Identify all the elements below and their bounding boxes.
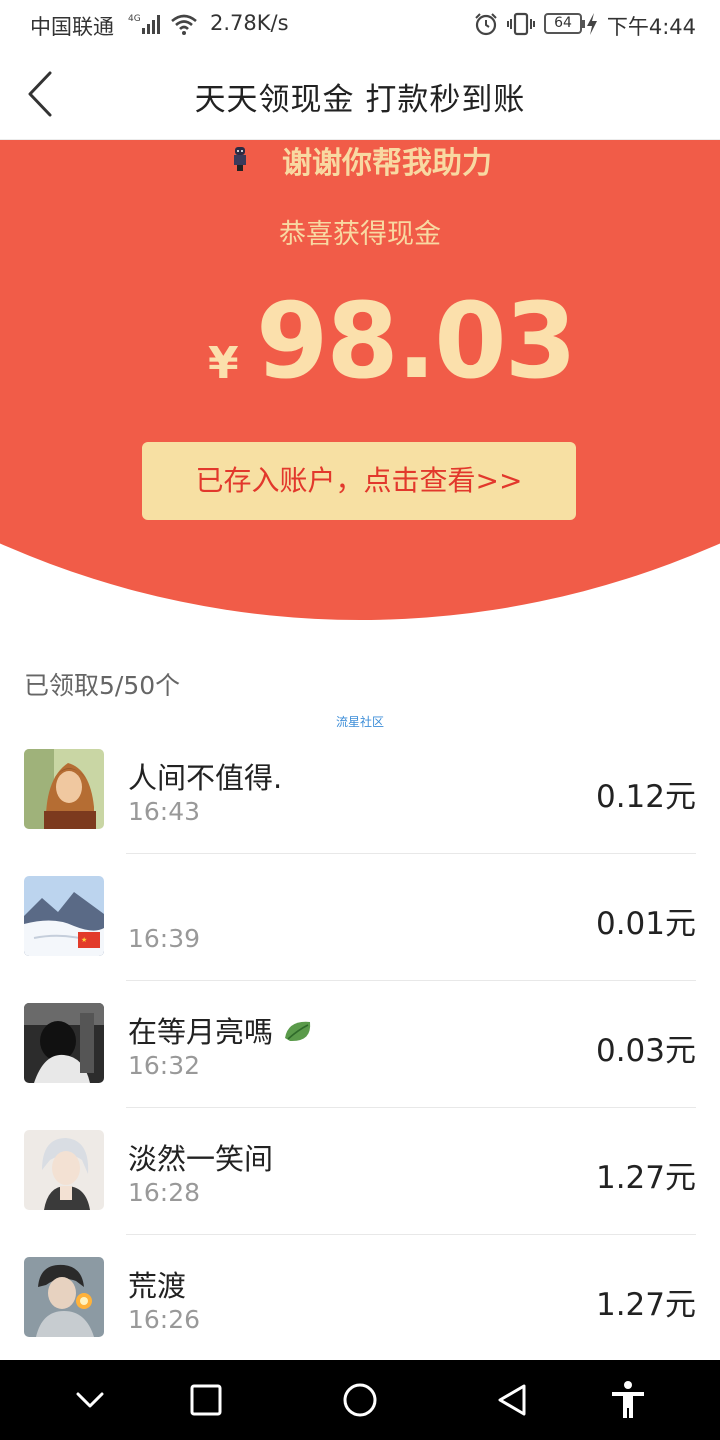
svg-text:★: ★ — [81, 936, 87, 944]
record-name: 淡然一笑间 — [128, 1142, 274, 1176]
thanks-text: 谢谢你帮我助力 — [282, 146, 492, 181]
record-time: 16:39 — [128, 924, 201, 953]
record-amount: 1.27元 — [595, 1160, 696, 1196]
list-item[interactable]: 在等月亮嗎 16:32 0.03元 — [0, 981, 720, 1108]
list-item[interactable]: 人间不值得. 16:43 0.12元 — [0, 727, 720, 854]
recent-apps-icon[interactable] — [184, 1378, 228, 1422]
view-account-button[interactable]: 已存入账户，点击查看>> — [142, 442, 576, 520]
status-bar: 中国联通 4G 2.78K/s 64 下午4:44 — [0, 0, 720, 50]
record-name: 在等月亮嗎 — [128, 1009, 316, 1051]
record-name: 人间不值得. — [128, 761, 283, 795]
currency-symbol: ¥ — [208, 338, 239, 389]
record-amount: 0.01元 — [595, 906, 696, 942]
avatar: ★ — [24, 876, 104, 956]
reward-amount: 98.03 — [256, 280, 577, 402]
leaf-icon — [285, 1021, 311, 1042]
reward-hero: 谢谢你帮我助力 恭喜获得现金 ¥ 98.03 已存入账户，点击查看>> — [0, 140, 720, 620]
title-bar: 天天领现金 打款秒到账 — [0, 50, 720, 140]
helper-avatar-icon — [234, 147, 246, 171]
system-nav-bar — [0, 1360, 720, 1440]
record-time: 16:32 — [128, 1051, 201, 1080]
record-time: 16:28 — [128, 1178, 201, 1207]
page-title: 天天领现金 打款秒到账 — [194, 82, 526, 118]
thanks-row: 谢谢你帮我助力 — [0, 140, 720, 181]
battery-indicator: 64 — [544, 13, 585, 34]
avatar — [24, 1003, 104, 1083]
clock: 下午4:44 — [606, 15, 696, 39]
records-list: 人间不值得. 16:43 0.12元 ★ 16:39 0.01元 在等月亮嗎 1… — [0, 727, 720, 1362]
avatar — [24, 749, 104, 829]
signal-icon: 4G — [128, 14, 160, 34]
charging-icon — [587, 13, 597, 35]
record-name: 荒渡 — [128, 1269, 187, 1303]
record-amount: 0.03元 — [595, 1033, 696, 1069]
home-icon[interactable] — [338, 1378, 382, 1422]
avatar — [24, 1257, 104, 1337]
chevron-down-icon[interactable] — [68, 1378, 112, 1422]
record-time: 16:26 — [128, 1305, 201, 1334]
alarm-icon — [475, 13, 497, 36]
network-speed: 2.78K/s — [210, 11, 289, 35]
record-amount: 1.27元 — [595, 1287, 696, 1323]
list-item[interactable]: ★ 16:39 0.01元 — [0, 854, 720, 981]
record-name-text: 在等月亮嗎 — [128, 1015, 274, 1049]
record-time: 16:43 — [128, 797, 201, 826]
avatar — [24, 1130, 104, 1210]
accessibility-icon[interactable] — [606, 1378, 650, 1422]
record-amount: 0.12元 — [595, 779, 696, 815]
list-item[interactable]: 荒渡 16:26 1.27元 — [0, 1235, 720, 1362]
carrier-label: 中国联通 — [30, 15, 114, 39]
list-item[interactable]: 淡然一笑间 16:28 1.27元 — [0, 1108, 720, 1235]
wifi-icon — [171, 14, 197, 35]
back-nav-icon[interactable] — [490, 1378, 534, 1422]
network-badge: 4G — [128, 14, 141, 24]
congrats-subtitle: 恭喜获得现金 — [279, 219, 441, 250]
vibrate-icon — [507, 12, 535, 36]
claimed-count: 已领取5/50个 — [24, 671, 181, 700]
